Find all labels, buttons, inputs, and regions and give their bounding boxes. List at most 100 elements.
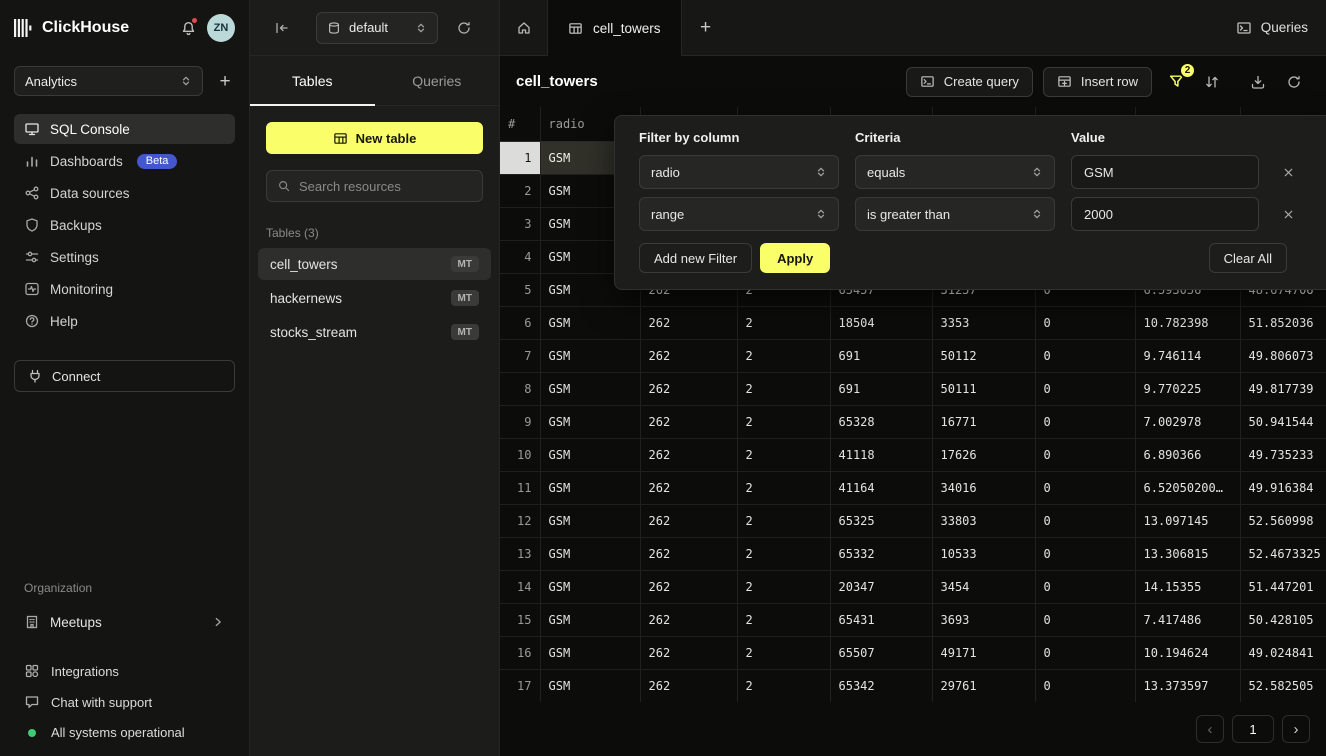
- cell-radio[interactable]: GSM: [540, 570, 640, 603]
- cell[interactable]: 65431: [830, 603, 932, 636]
- cell[interactable]: 262: [640, 306, 737, 339]
- cell[interactable]: 0: [1035, 636, 1135, 669]
- cell[interactable]: 49.024841: [1240, 636, 1326, 669]
- row-number-cell[interactable]: 1: [500, 141, 540, 174]
- cell[interactable]: 262: [640, 504, 737, 537]
- filter-button[interactable]: 2: [1160, 66, 1192, 98]
- cell[interactable]: 0: [1035, 339, 1135, 372]
- notifications-bell-icon[interactable]: [177, 20, 199, 37]
- tab-tables[interactable]: Tables: [250, 56, 375, 105]
- sidebar-item-sql-console[interactable]: SQL Console: [14, 114, 235, 144]
- cell[interactable]: 691: [830, 339, 932, 372]
- row-number-cell[interactable]: 3: [500, 207, 540, 240]
- export-button[interactable]: [1242, 66, 1274, 98]
- sidebar-item-settings[interactable]: Settings: [14, 242, 235, 272]
- cell[interactable]: 50111: [932, 372, 1035, 405]
- cell[interactable]: 10533: [932, 537, 1035, 570]
- cell[interactable]: 13.373597: [1135, 669, 1240, 702]
- cell-radio[interactable]: GSM: [540, 603, 640, 636]
- apply-filter-button[interactable]: Apply: [760, 243, 830, 273]
- row-number-cell[interactable]: 16: [500, 636, 540, 669]
- cell[interactable]: 41164: [830, 471, 932, 504]
- cell[interactable]: 262: [640, 636, 737, 669]
- cell[interactable]: 262: [640, 372, 737, 405]
- filter-value-input[interactable]: [1071, 155, 1259, 189]
- create-query-button[interactable]: Create query: [906, 67, 1033, 97]
- cell[interactable]: 65325: [830, 504, 932, 537]
- cell[interactable]: 0: [1035, 603, 1135, 636]
- cell[interactable]: 2: [737, 669, 830, 702]
- sidebar-item-monitoring[interactable]: Monitoring: [14, 274, 235, 304]
- cell[interactable]: 50112: [932, 339, 1035, 372]
- cell[interactable]: 6.890366: [1135, 438, 1240, 471]
- cell[interactable]: 2: [737, 339, 830, 372]
- sidebar-item-data-sources[interactable]: Data sources: [14, 178, 235, 208]
- cell[interactable]: 65332: [830, 537, 932, 570]
- connect-button[interactable]: Connect: [14, 360, 235, 392]
- cell-radio[interactable]: GSM: [540, 537, 640, 570]
- row-number-cell[interactable]: 15: [500, 603, 540, 636]
- search-input[interactable]: [299, 179, 472, 194]
- cell[interactable]: 2: [737, 570, 830, 603]
- cell[interactable]: 2: [737, 372, 830, 405]
- add-filter-button[interactable]: Add new Filter: [639, 243, 752, 273]
- row-number-cell[interactable]: 4: [500, 240, 540, 273]
- new-tab-button[interactable]: +: [682, 0, 730, 55]
- cell[interactable]: 14.15355: [1135, 570, 1240, 603]
- cell[interactable]: 3454: [932, 570, 1035, 603]
- filter-value-input[interactable]: [1071, 197, 1259, 231]
- cell[interactable]: 10.194624: [1135, 636, 1240, 669]
- row-number-cell[interactable]: 6: [500, 306, 540, 339]
- footer-item-integrations[interactable]: Integrations: [24, 663, 225, 679]
- filter-criteria-select[interactable]: equals: [855, 155, 1055, 189]
- cell[interactable]: 2: [737, 471, 830, 504]
- sort-button[interactable]: [1196, 66, 1228, 98]
- add-workspace-button[interactable]: +: [215, 72, 235, 91]
- cell[interactable]: 2: [737, 603, 830, 636]
- sidebar-item-backups[interactable]: Backups: [14, 210, 235, 240]
- cell[interactable]: 0: [1035, 537, 1135, 570]
- cell[interactable]: 9.746114: [1135, 339, 1240, 372]
- cell-radio[interactable]: GSM: [540, 669, 640, 702]
- cell[interactable]: 65342: [830, 669, 932, 702]
- cell[interactable]: 49.817739: [1240, 372, 1326, 405]
- cell[interactable]: 7.002978: [1135, 405, 1240, 438]
- row-number-cell[interactable]: 8: [500, 372, 540, 405]
- footer-item-system-status[interactable]: All systems operational: [24, 725, 225, 740]
- table-list-item-hackernews[interactable]: hackernews MT: [258, 282, 491, 314]
- cell[interactable]: 3353: [932, 306, 1035, 339]
- cell[interactable]: 50.941544: [1240, 405, 1326, 438]
- cell-radio[interactable]: GSM: [540, 636, 640, 669]
- cell[interactable]: 49.916384: [1240, 471, 1326, 504]
- cell[interactable]: 20347: [830, 570, 932, 603]
- cell[interactable]: 262: [640, 603, 737, 636]
- cell[interactable]: 2: [737, 438, 830, 471]
- refresh-button[interactable]: [1278, 66, 1310, 98]
- cell[interactable]: 2: [737, 306, 830, 339]
- row-number-cell[interactable]: 17: [500, 669, 540, 702]
- remove-filter-icon[interactable]: [1282, 166, 1295, 179]
- row-number-cell[interactable]: 14: [500, 570, 540, 603]
- sidebar-item-dashboards[interactable]: Dashboards Beta: [14, 146, 235, 176]
- cell-radio[interactable]: GSM: [540, 438, 640, 471]
- footer-item-chat-support[interactable]: Chat with support: [24, 694, 225, 710]
- cell[interactable]: 2: [737, 537, 830, 570]
- table-list-item-stocks-stream[interactable]: stocks_stream MT: [258, 316, 491, 348]
- workspace-selector[interactable]: Analytics: [14, 66, 203, 96]
- cell[interactable]: 49.735233: [1240, 438, 1326, 471]
- cell[interactable]: 50.428105: [1240, 603, 1326, 636]
- cell[interactable]: 13.306815: [1135, 537, 1240, 570]
- cell[interactable]: 262: [640, 405, 737, 438]
- cell[interactable]: 9.770225: [1135, 372, 1240, 405]
- column-header[interactable]: #: [500, 107, 540, 141]
- row-number-cell[interactable]: 10: [500, 438, 540, 471]
- cell[interactable]: 262: [640, 537, 737, 570]
- cell[interactable]: 16771: [932, 405, 1035, 438]
- cell-radio[interactable]: GSM: [540, 339, 640, 372]
- cell[interactable]: 29761: [932, 669, 1035, 702]
- cell[interactable]: 262: [640, 339, 737, 372]
- cell[interactable]: 65328: [830, 405, 932, 438]
- next-page-button[interactable]: ›: [1282, 715, 1310, 743]
- new-table-button[interactable]: New table: [266, 122, 483, 154]
- table-list-item-cell-towers[interactable]: cell_towers MT: [258, 248, 491, 280]
